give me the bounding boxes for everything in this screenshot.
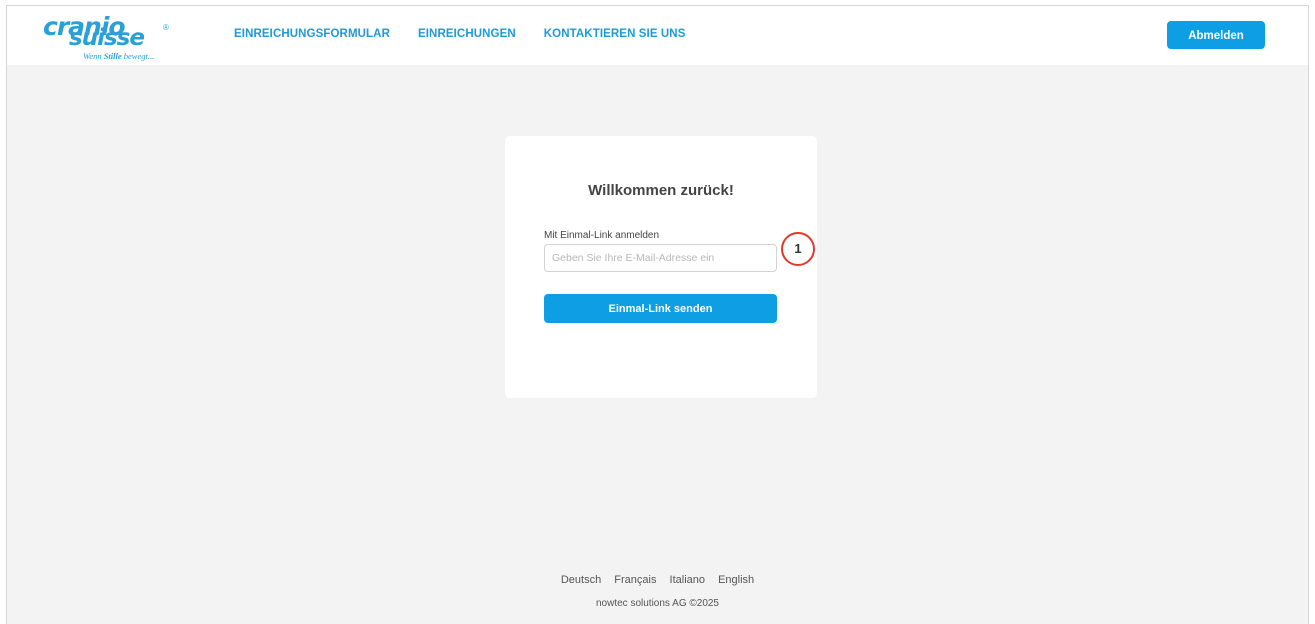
language-link-english[interactable]: English — [718, 574, 754, 586]
registered-mark: ® — [163, 23, 169, 32]
cranio-suisse-logo[interactable]: cranio suisse ® Wenn Stille bewegt... — [43, 14, 213, 61]
language-link-francais[interactable]: Français — [614, 574, 656, 586]
tagline-start: Wenn — [83, 51, 104, 61]
logo-tagline: Wenn Stille bewegt... — [83, 51, 154, 61]
login-title: Willkommen zurück! — [588, 182, 734, 199]
app-window: cranio suisse ® Wenn Stille bewegt... EI… — [6, 5, 1309, 624]
copyright-text: nowtec solutions AG ©2025 — [596, 598, 719, 609]
nav-link-kontakt[interactable]: KONTAKTIEREN SIE UNS — [544, 28, 686, 40]
email-field-label: Mit Einmal-Link anmelden — [544, 230, 660, 241]
nav-link-einreichungen[interactable]: EINREICHUNGEN — [418, 28, 516, 40]
logout-button[interactable]: Abmelden — [1167, 21, 1265, 49]
logo-text-bottom: suisse — [69, 25, 145, 51]
email-input[interactable] — [544, 244, 777, 272]
send-one-time-link-button[interactable]: Einmal-Link senden — [544, 294, 777, 323]
language-switcher: Deutsch Français Italiano English — [7, 574, 1308, 586]
login-card: Willkommen zurück! Mit Einmal-Link anmel… — [505, 136, 817, 398]
language-link-deutsch[interactable]: Deutsch — [561, 574, 601, 586]
top-header: cranio suisse ® Wenn Stille bewegt... EI… — [7, 6, 1308, 65]
nav-link-einreichungsformular[interactable]: EINREICHUNGSFORMULAR — [234, 28, 390, 40]
tagline-end: bewegt... — [121, 51, 155, 61]
main-nav: EINREICHUNGSFORMULAR EINREICHUNGEN KONTA… — [234, 28, 685, 40]
tagline-bold: Stille — [103, 51, 122, 61]
annotation-marker-1: 1 — [781, 232, 815, 266]
language-link-italiano[interactable]: Italiano — [670, 574, 705, 586]
